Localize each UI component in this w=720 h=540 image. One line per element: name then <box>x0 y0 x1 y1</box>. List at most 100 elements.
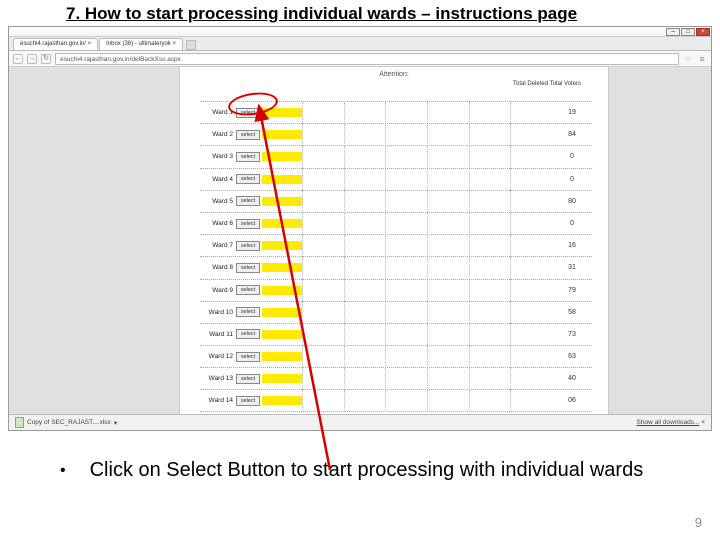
forward-icon[interactable]: → <box>27 54 37 64</box>
select-button[interactable]: select <box>236 219 260 229</box>
select-button[interactable]: select <box>236 174 260 184</box>
ward-bar <box>262 374 302 383</box>
page-viewport: Attention: Total Deleted Total Voters Wa… <box>9 67 711 414</box>
chevron-down-icon: ▾ <box>114 419 117 427</box>
select-button[interactable]: select <box>236 130 260 140</box>
ward-bar <box>262 330 302 339</box>
bullet-text: Click on Select Button to start processi… <box>90 458 644 484</box>
table-row: Ward 6select0 <box>200 212 592 234</box>
window-min-button[interactable]: – <box>666 28 680 36</box>
spacer-cells <box>302 102 552 124</box>
file-icon <box>15 417 24 428</box>
ward-label: Ward 2 <box>200 131 236 138</box>
window-max-button[interactable]: □ <box>681 28 695 36</box>
table-header: Total Deleted Total Voters <box>502 81 592 88</box>
reload-icon[interactable]: ↻ <box>41 54 51 64</box>
spacer-cells <box>302 390 552 412</box>
ward-label: Ward 3 <box>200 153 236 160</box>
ward-bar <box>262 241 302 250</box>
table-row: Ward 4select 0 <box>200 168 592 190</box>
select-button[interactable]: select <box>236 241 260 251</box>
spacer-cells <box>302 301 552 323</box>
ward-label: Ward 4 <box>200 176 236 183</box>
browser-screenshot: – □ × esuchi4.rajasthan.gov.in/ × Inbox … <box>8 26 712 431</box>
tab-strip: esuchi4.rajasthan.gov.in/ × Inbox (38) -… <box>9 37 711 51</box>
table-row: Ward 13select 40 <box>200 367 592 389</box>
tab-label: Inbox (38) - ultimateryok × <box>106 39 176 50</box>
new-tab-button[interactable] <box>186 40 196 50</box>
ward-label: Ward 12 <box>200 353 236 360</box>
table-row: Ward 14select 06 <box>200 389 592 411</box>
spacer-cells <box>302 213 552 235</box>
show-all-downloads-link[interactable]: Show all downloads... × <box>637 419 705 426</box>
table-row: Ward 11select 73 <box>200 323 592 345</box>
ward-bar <box>262 263 302 272</box>
show-all-label: Show all downloads... <box>637 419 700 426</box>
select-button[interactable]: select <box>236 307 260 317</box>
window-close-button[interactable]: × <box>696 28 710 36</box>
table-row: Ward 5select80 <box>200 190 592 212</box>
bullet-item: • Click on Select Button to start proces… <box>60 458 660 484</box>
ward-value: 73 <box>552 331 592 338</box>
menu-icon[interactable]: ≡ <box>697 54 707 64</box>
spacer-cells <box>302 279 552 301</box>
ward-label: Ward 13 <box>200 375 236 382</box>
table-row: Ward 8select 31 <box>200 256 592 278</box>
ward-bar <box>262 152 302 161</box>
url-input[interactable]: esuchi4.rajasthan.gov.in/delBackXss.aspx <box>55 53 679 65</box>
browser-tab[interactable]: esuchi4.rajasthan.gov.in/ × <box>13 38 98 50</box>
ward-value: 19 <box>552 109 592 116</box>
download-bar: Copy of SEC_RAJAST....xlsx ▾ Show all do… <box>9 414 711 430</box>
ward-value: 0 <box>552 176 592 183</box>
slide-title: 7. How to start processing individual wa… <box>0 0 720 26</box>
ward-bar <box>262 286 302 295</box>
spacer-cells <box>302 168 552 190</box>
bullet-dot-icon: • <box>60 458 66 484</box>
window-titlebar: – □ × <box>9 27 711 37</box>
select-button[interactable]: select <box>236 285 260 295</box>
ward-bar <box>262 175 302 184</box>
back-icon[interactable]: ← <box>13 54 23 64</box>
address-bar: ← → ↻ esuchi4.rajasthan.gov.in/delBackXs… <box>9 51 711 67</box>
ward-label: Ward 14 <box>200 397 236 404</box>
page-content: Attention: Total Deleted Total Voters Wa… <box>179 67 609 414</box>
ward-value: 16 <box>552 242 592 249</box>
ward-bar <box>262 352 302 361</box>
browser-tab[interactable]: Inbox (38) - ultimateryok × <box>99 38 183 50</box>
select-button[interactable]: select <box>236 263 260 273</box>
download-filename: Copy of SEC_RAJAST....xlsx <box>27 419 111 426</box>
ward-bar <box>262 308 302 317</box>
select-button[interactable]: select <box>236 329 260 339</box>
download-item[interactable]: Copy of SEC_RAJAST....xlsx ▾ <box>15 417 117 428</box>
select-button[interactable]: select <box>236 374 260 384</box>
spacer-cells <box>302 257 552 279</box>
select-button[interactable]: select <box>236 396 260 406</box>
ward-value: 79 <box>552 287 592 294</box>
table-row: Ward 12select63 <box>200 345 592 367</box>
ward-label: Ward 8 <box>200 264 236 271</box>
ward-label: Ward 11 <box>200 331 236 338</box>
ward-value: 40 <box>552 375 592 382</box>
select-button[interactable]: select <box>236 352 260 362</box>
table-row: Ward 9select 79 <box>200 279 592 301</box>
ward-table: Total Deleted Total Voters Ward 1select1… <box>200 101 592 412</box>
table-row: Ward 2select84 <box>200 123 592 145</box>
ward-value: 0 <box>552 220 592 227</box>
ward-bar <box>262 130 302 139</box>
spacer-cells <box>302 124 552 146</box>
select-button[interactable]: select <box>236 196 260 206</box>
spacer-cells <box>302 323 552 345</box>
table-row: Ward 7select16 <box>200 234 592 256</box>
close-icon[interactable]: × <box>701 419 705 426</box>
ward-bar <box>262 219 302 228</box>
bookmark-icon[interactable]: ☆ <box>683 54 693 64</box>
ward-label: Ward 9 <box>200 287 236 294</box>
ward-value: 31 <box>552 264 592 271</box>
ward-bar <box>262 396 302 405</box>
ward-value: 58 <box>552 309 592 316</box>
ward-label: Ward 5 <box>200 198 236 205</box>
ward-value: 06 <box>552 397 592 404</box>
bullet-list: • Click on Select Button to start proces… <box>60 458 660 484</box>
table-row: Ward 10select58 <box>200 301 592 323</box>
select-button[interactable]: select <box>236 152 260 162</box>
